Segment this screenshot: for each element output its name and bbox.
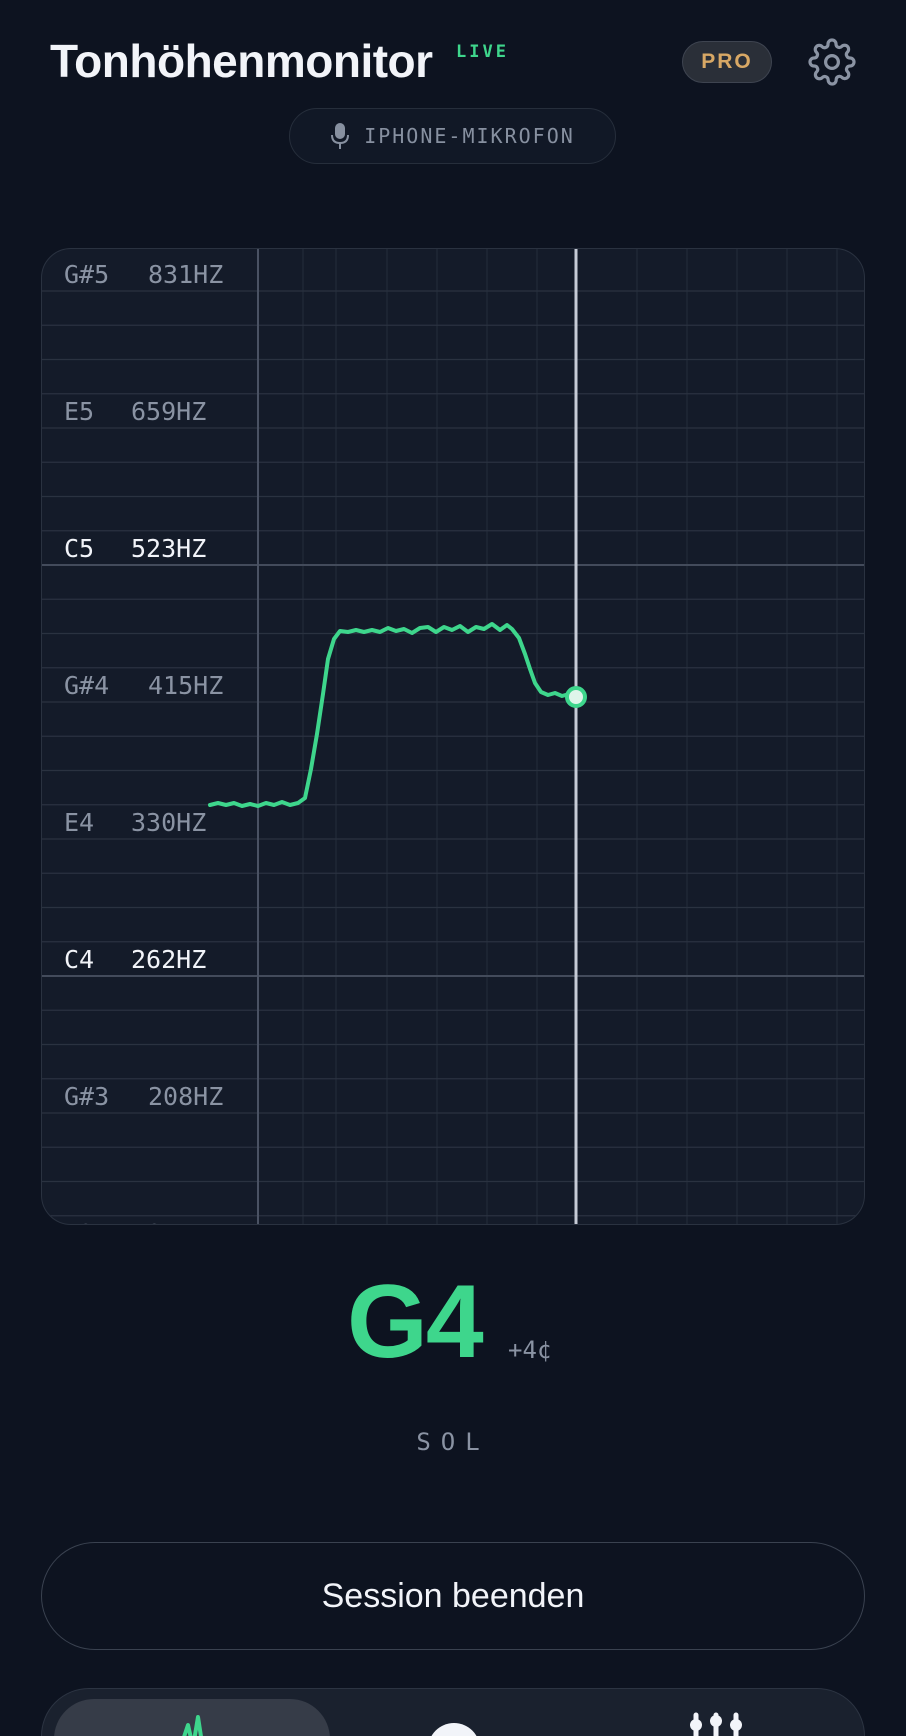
tab-tuner[interactable]: [330, 1699, 578, 1736]
note-label: E5 659HZ: [64, 397, 206, 426]
note-label: G#5 831HZ: [64, 260, 223, 289]
note-label: E3 165HZ: [64, 1219, 206, 1225]
live-badge: LIVE: [456, 42, 509, 62]
note-frequency: 262HZ: [131, 945, 206, 974]
current-note: G4: [347, 1264, 484, 1380]
note-name: E4: [64, 808, 94, 837]
end-session-button[interactable]: Session beenden: [41, 1542, 865, 1650]
waveform-icon: [182, 1715, 203, 1736]
note-label: C4 262HZ: [64, 945, 206, 974]
app-header: Tonhöhenmonitor LIVE PRO IPHONE-MIKROFON: [0, 0, 906, 180]
pitch-chart: G#5 831HZ E5 659HZ C5 523HZ G#4 415HZ E4 330HZ C4 2…: [41, 248, 865, 1225]
note-name: E5: [64, 397, 94, 426]
input-source-label: IPHONE-MIKROFON: [364, 124, 575, 148]
tab-bar: [41, 1688, 865, 1736]
current-pitch-dot: [565, 686, 587, 708]
note-name: E3: [64, 1219, 94, 1225]
pitch-trace: [208, 622, 578, 808]
pitch-chart-canvas: G#5 831HZ E5 659HZ C5 523HZ G#4 415HZ E4 330HZ C4 2…: [42, 249, 864, 1225]
note-frequency: 659HZ: [131, 397, 206, 426]
pro-badge[interactable]: PRO: [682, 41, 772, 83]
gear-icon[interactable]: [808, 38, 856, 86]
solfege-label: SOL: [416, 1428, 490, 1456]
note-frequency: 330HZ: [131, 808, 206, 837]
microphone-icon: [331, 123, 350, 149]
sliders-icon: [690, 1712, 742, 1736]
app-title: Tonhöhenmonitor: [50, 35, 433, 87]
note-name: G#3: [64, 1082, 109, 1111]
tab-settings[interactable]: [578, 1699, 854, 1736]
note-name: C5: [64, 534, 94, 563]
note-frequency: 831HZ: [148, 260, 223, 289]
compass-icon: [431, 1723, 477, 1736]
note-frequency: 208HZ: [148, 1082, 223, 1111]
cents-offset: +4¢: [508, 1336, 552, 1364]
input-source-selector[interactable]: IPHONE-MIKROFON: [289, 108, 616, 164]
note-frequency: 523HZ: [131, 534, 206, 563]
note-label: E4 330HZ: [64, 808, 206, 837]
note-frequency: 165HZ: [131, 1219, 206, 1225]
note-label: G#4 415HZ: [64, 671, 223, 700]
note-name: G#5: [64, 260, 109, 289]
note-label: C5 523HZ: [64, 534, 206, 563]
note-frequency: 415HZ: [148, 671, 223, 700]
note-name: C4: [64, 945, 94, 974]
note-name: G#4: [64, 671, 109, 700]
note-label: G#3 208HZ: [64, 1082, 223, 1111]
